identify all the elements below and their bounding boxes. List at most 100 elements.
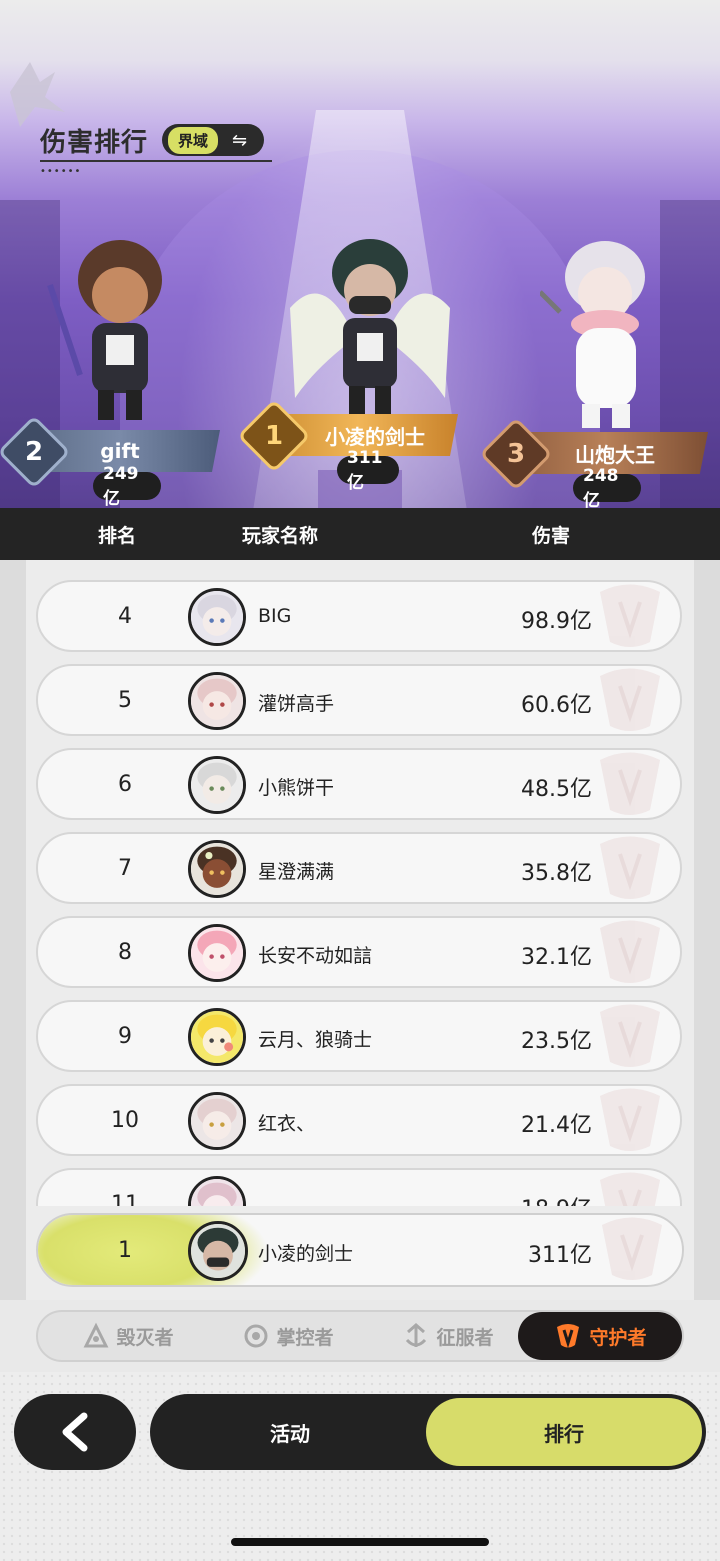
row-player-name: 红衣、 (258, 1113, 316, 1135)
row-rank: 4 (118, 604, 132, 629)
podium-name-3: 山炮大王 (575, 442, 655, 467)
table-row[interactable]: 10 红衣、 21.4亿 (36, 1084, 682, 1156)
guardian-emblem-icon (600, 1004, 660, 1067)
table-row[interactable]: 6 小熊饼干 48.5亿 (36, 748, 682, 820)
guardian-emblem-icon (600, 752, 660, 815)
row-damage: 35.8亿 (521, 861, 592, 886)
title-dots: •••••• (40, 166, 82, 177)
table-row[interactable]: 7 星澄满满 35.8亿 (36, 832, 682, 904)
bottom-nav: 活动 排行 (150, 1394, 706, 1470)
podium-score-3: 248亿 (573, 466, 641, 511)
table-row[interactable]: 8 长安不动如誩 32.1亿 (36, 916, 682, 988)
podium-character-1[interactable] (285, 228, 455, 428)
side-decoration (694, 560, 720, 1300)
guardian-emblem-icon (600, 668, 660, 731)
column-header-player: 玩家名称 (242, 525, 319, 547)
guardian-icon (557, 1324, 580, 1349)
side-decoration (0, 560, 26, 1300)
row-damage: 21.4亿 (521, 1113, 592, 1138)
realm-toggle-button[interactable]: 界域 ⇋ (162, 124, 264, 156)
tab-controller[interactable]: 掌控者 (218, 1312, 358, 1360)
table-header: 排名 玩家名称 伤害 (0, 508, 720, 560)
tab-activity[interactable]: 活动 (154, 1398, 426, 1466)
guardian-emblem-icon (600, 920, 660, 983)
guardian-emblem-icon (600, 836, 660, 899)
avatar[interactable] (188, 840, 246, 898)
page-title: 伤害排行 (40, 128, 149, 158)
table-row[interactable]: 11 一灬一 18.9亿 (36, 1168, 682, 1206)
chevron-left-icon (62, 1412, 88, 1452)
swap-icon: ⇋ (232, 129, 248, 151)
avatar[interactable] (188, 1176, 246, 1206)
my-rank-number: 1 (118, 1238, 132, 1263)
row-player-name: 一灬一 (258, 1193, 315, 1206)
table-row[interactable]: 5 灌饼高手 60.6亿 (36, 664, 682, 736)
avatar[interactable] (188, 588, 246, 646)
row-rank: 10 (111, 1108, 139, 1133)
back-button[interactable] (14, 1394, 136, 1470)
rank-medal-3-number: 3 (506, 439, 526, 469)
podium-character-3[interactable] (540, 232, 690, 432)
tab-destroyer-label: 毁灭者 (116, 1326, 174, 1349)
row-rank: 11 (111, 1192, 139, 1206)
tab-guardian-label: 守护者 (589, 1326, 647, 1349)
podium-name-1: 小凌的剑士 (325, 424, 425, 449)
my-player-name: 小凌的剑士 (258, 1243, 354, 1265)
podium-score-2: 249亿 (93, 464, 161, 509)
column-header-rank: 排名 (98, 525, 137, 547)
guardian-emblem-icon (600, 584, 660, 647)
conqueror-icon (406, 1323, 427, 1347)
row-rank: 7 (118, 856, 132, 881)
row-rank: 6 (118, 772, 132, 797)
column-header-damage: 伤害 (532, 525, 571, 547)
tab-guardian[interactable]: 守护者 (518, 1312, 682, 1360)
row-damage: 32.1亿 (521, 945, 592, 970)
podium-score-1: 311亿 (337, 448, 399, 493)
row-damage: 23.5亿 (521, 1029, 592, 1054)
row-player-name: 长安不动如誩 (258, 945, 373, 967)
row-player-name: 小熊饼干 (258, 777, 335, 799)
row-damage: 48.5亿 (521, 777, 592, 802)
guardian-emblem-icon (600, 1172, 660, 1206)
podium-character-2[interactable] (40, 225, 190, 425)
my-rank-row[interactable]: 1 小凌的剑士 311亿 (36, 1213, 684, 1287)
realm-label: 界域 (168, 126, 219, 154)
table-row[interactable]: 4 BIG 98.9亿 (36, 580, 682, 652)
corner-ornament-icon (10, 62, 65, 127)
avatar[interactable] (188, 756, 246, 814)
row-rank: 8 (118, 940, 132, 965)
avatar[interactable] (188, 1092, 246, 1150)
my-damage: 311亿 (528, 1243, 592, 1268)
category-tabs: 毁灭者 掌控者 征服者 守护者 (36, 1310, 684, 1362)
tab-controller-label: 掌控者 (276, 1326, 334, 1349)
avatar[interactable] (188, 924, 246, 982)
tab-destroyer[interactable]: 毁灭者 (58, 1312, 198, 1360)
row-player-name: 星澄满满 (258, 861, 335, 883)
home-indicator (231, 1538, 489, 1546)
row-player-name: 云月、狼骑士 (258, 1029, 373, 1051)
row-rank: 5 (118, 688, 132, 713)
tab-ranking[interactable]: 排行 (426, 1398, 702, 1466)
avatar[interactable] (188, 672, 246, 730)
tab-conqueror-label: 征服者 (436, 1326, 494, 1349)
page-header: 伤害排行 •••••• (40, 122, 272, 177)
destroyer-icon (84, 1322, 109, 1348)
avatar[interactable] (188, 1008, 246, 1066)
row-damage: 98.9亿 (521, 609, 592, 634)
rank-medal-1-number: 1 (264, 421, 284, 451)
row-rank: 9 (118, 1024, 132, 1049)
tab-conqueror[interactable]: 征服者 (378, 1312, 518, 1360)
controller-icon (244, 1324, 268, 1348)
row-damage: 60.6亿 (521, 693, 592, 718)
row-damage: 18.9亿 (458, 1191, 592, 1206)
avatar[interactable] (188, 1221, 248, 1281)
title-underline (40, 160, 272, 162)
rank-medal-2-number: 2 (24, 437, 44, 467)
ranking-list[interactable]: 4 BIG 98.9亿 5 灌饼高手 60.6亿 6 小熊饼干 48.5亿 7 … (36, 576, 684, 1206)
guardian-emblem-icon (602, 1217, 662, 1280)
row-player-name: 灌饼高手 (258, 693, 335, 715)
row-player-name: BIG (258, 605, 292, 627)
table-row[interactable]: 9 云月、狼骑士 23.5亿 (36, 1000, 682, 1072)
guardian-emblem-icon (600, 1088, 660, 1151)
podium-name-2: gift (100, 439, 140, 463)
